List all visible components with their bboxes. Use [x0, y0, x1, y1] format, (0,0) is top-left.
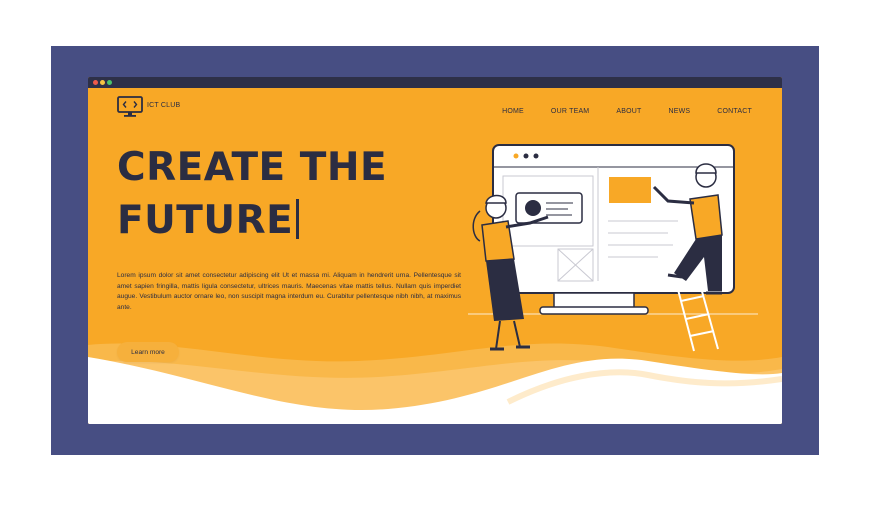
window-titlebar [88, 77, 782, 88]
minimize-dot[interactable] [100, 80, 105, 85]
learn-more-button[interactable]: Learn more [117, 342, 179, 362]
floating-card [515, 192, 583, 224]
maximize-dot[interactable] [107, 80, 112, 85]
headline-line-1: CREATE THE [117, 145, 388, 190]
main-nav: HOME OUR TEAM ABOUT NEWS CONTACT [475, 108, 752, 115]
headline-line-2: FUTURE [117, 198, 294, 243]
text-cursor [296, 199, 300, 239]
code-monitor-icon [117, 96, 143, 117]
nav-our-team[interactable]: OUR TEAM [551, 108, 589, 115]
nav-about[interactable]: ABOUT [616, 108, 641, 115]
nav-contact[interactable]: CONTACT [717, 108, 752, 115]
nav-home[interactable]: HOME [502, 108, 524, 115]
hero-illustration [468, 144, 758, 352]
brand-logo[interactable]: ICT CLUB [117, 96, 180, 118]
nav-news[interactable]: NEWS [668, 108, 690, 115]
hero-paragraph: Lorem ipsum dolor sit amet consectetur a… [117, 272, 461, 311]
browser-window: ICT CLUB HOME OUR TEAM ABOUT NEWS CONTAC… [88, 77, 782, 424]
brand-name: ICT CLUB [147, 101, 181, 109]
hero-headline: CREATE THE FUTURE [117, 141, 477, 247]
close-dot[interactable] [93, 80, 98, 85]
